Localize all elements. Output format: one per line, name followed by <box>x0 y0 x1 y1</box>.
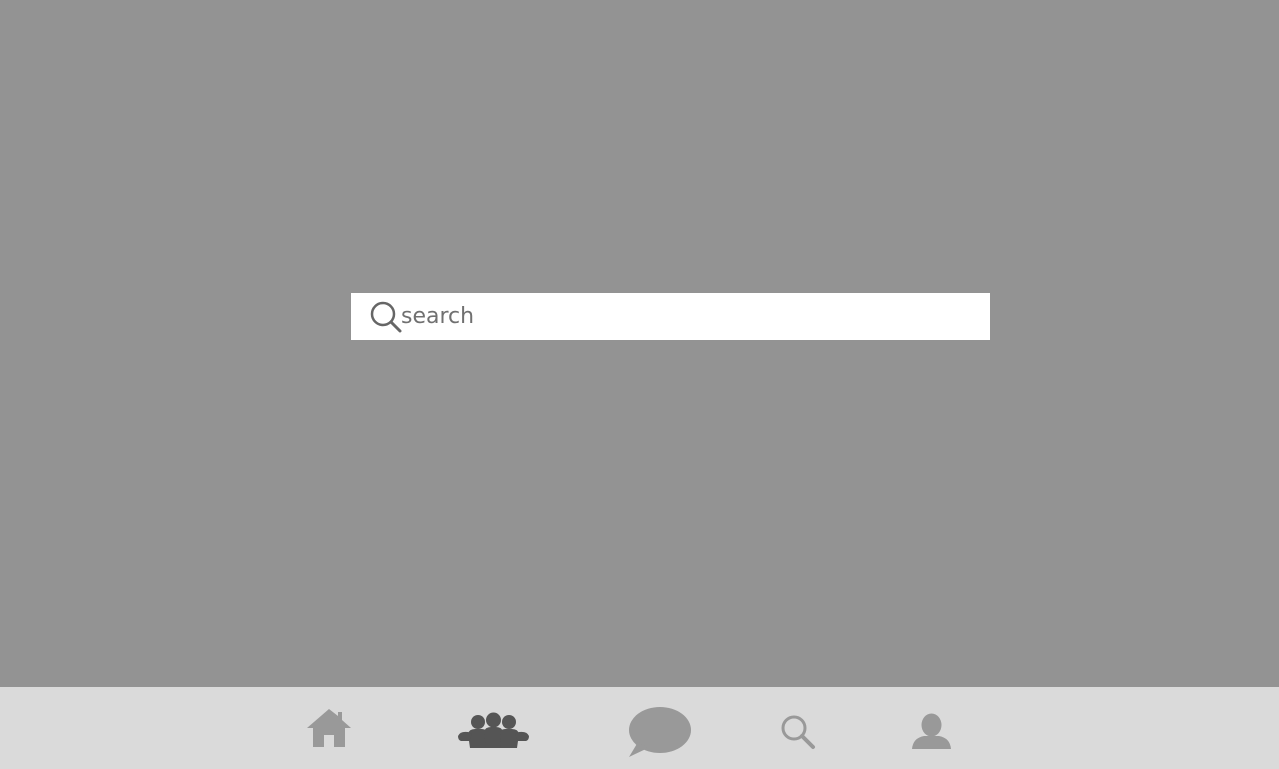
search-icon <box>369 300 403 334</box>
search-bar[interactable] <box>351 293 990 340</box>
nav-item-groups[interactable] <box>458 711 529 749</box>
search-icon <box>780 714 816 750</box>
main-content-area <box>0 0 1279 687</box>
nav-item-search[interactable] <box>780 714 816 750</box>
people-group-icon <box>458 711 529 749</box>
user-icon <box>911 713 952 751</box>
nav-item-profile[interactable] <box>911 713 952 751</box>
search-input[interactable] <box>401 293 981 340</box>
app-window <box>0 0 1279 769</box>
nav-item-chat[interactable] <box>628 706 692 758</box>
chat-bubble-icon <box>628 706 692 758</box>
home-icon <box>306 707 352 749</box>
nav-item-home[interactable] <box>306 707 352 749</box>
bottom-nav-bar <box>0 687 1279 769</box>
